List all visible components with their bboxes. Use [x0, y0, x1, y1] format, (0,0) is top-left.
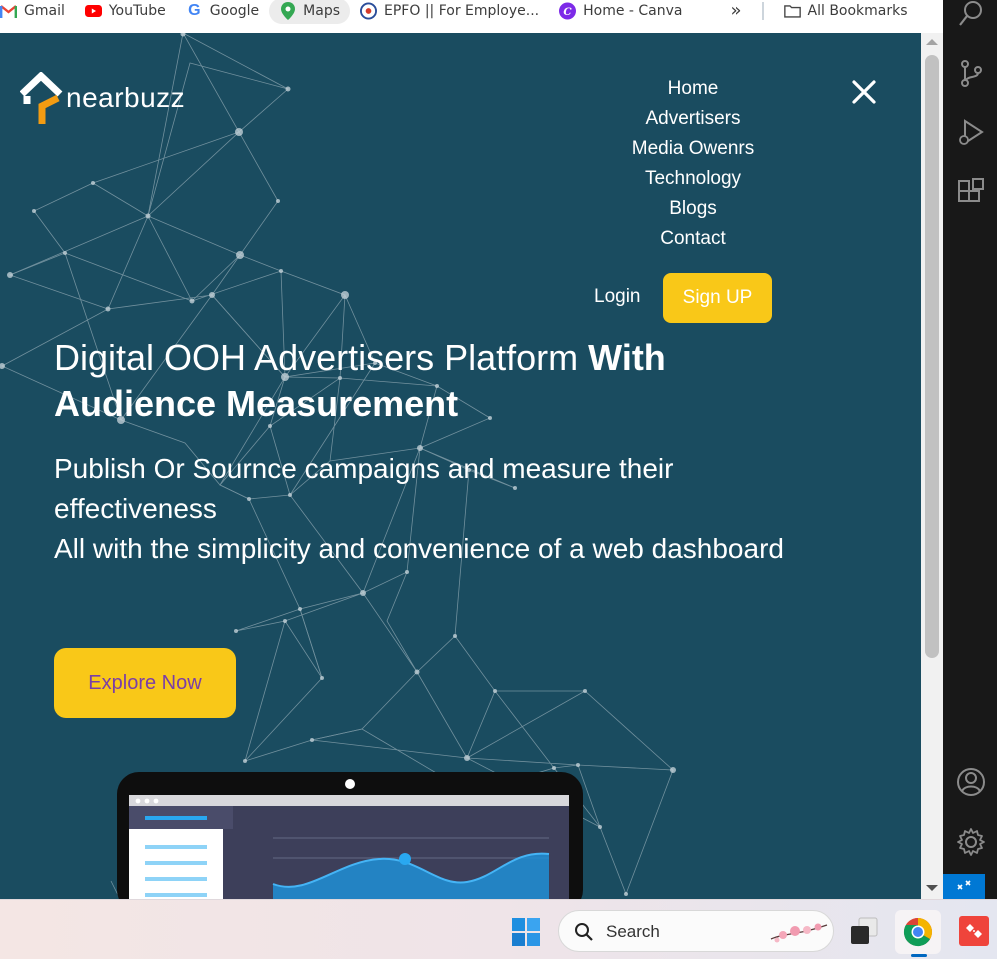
bookmarks-divider: [761, 1, 764, 20]
scroll-up-arrow-icon[interactable]: [926, 39, 938, 45]
screen: Gmail YouTube G Google Maps EPFO || For …: [0, 0, 997, 959]
hero-subtitle-line-1: Publish Or Sournce campaigns and measure…: [54, 453, 674, 524]
bookmark-label: All Bookmarks: [807, 2, 908, 19]
nearbuzz-logo-icon: [20, 72, 63, 124]
bookmark-label: Maps: [303, 2, 341, 19]
hero-subtitle: Publish Or Sournce campaigns and measure…: [54, 449, 874, 569]
maps-icon: [279, 1, 296, 20]
taskbar-search-box[interactable]: Search: [558, 910, 834, 952]
hero-subtitle-line-2: All with the simplicity and convenience …: [54, 533, 784, 564]
close-icon: [852, 80, 876, 104]
scrollbar-thumb[interactable]: [925, 55, 939, 658]
vscode-activity-bar: [943, 0, 997, 899]
hero-title: Digital OOH Advertisers Platform With Au…: [54, 335, 754, 427]
chevron-double-right-icon: »: [730, 0, 742, 21]
signup-button[interactable]: Sign UP: [663, 273, 772, 323]
nav-link-advertisers[interactable]: Advertisers: [593, 104, 793, 134]
search-icon: [575, 923, 593, 941]
canva-icon: C: [559, 2, 577, 19]
login-link[interactable]: Login: [594, 286, 641, 308]
nav-link-contact[interactable]: Contact: [593, 224, 793, 254]
website-viewport: nearbuzz Home Advertisers Media Owenrs T…: [0, 33, 921, 899]
brand-name: nearbuzz: [66, 82, 186, 113]
bookmark-youtube[interactable]: YouTube: [75, 0, 176, 24]
task-view-icon[interactable]: [848, 915, 880, 947]
chrome-taskbar-button[interactable]: [895, 910, 941, 954]
dashboard-laptop-illustration: [117, 772, 583, 899]
youtube-icon: [84, 2, 102, 19]
windows-taskbar: Search: [0, 899, 997, 959]
nav-link-technology[interactable]: Technology: [593, 164, 793, 194]
settings-gear-icon[interactable]: [956, 827, 986, 857]
windows-start-icon[interactable]: [511, 917, 541, 947]
source-control-icon[interactable]: [956, 58, 986, 88]
hero-title-regular: Digital OOH Advertisers Platform: [54, 337, 589, 378]
bookmark-label: EPFO || For Employe...: [384, 2, 540, 19]
run-debug-icon[interactable]: [956, 117, 986, 147]
scroll-down-arrow-icon[interactable]: [926, 885, 938, 891]
nav-link-media-owners[interactable]: Media Owenrs: [593, 134, 793, 164]
taskbar-search-label: Search: [606, 922, 660, 941]
bookmark-label: Google: [209, 2, 260, 19]
explore-now-button[interactable]: Explore Now: [54, 648, 236, 718]
nav-link-home[interactable]: Home: [593, 74, 793, 104]
chrome-active-indicator: [911, 954, 927, 957]
main-nav-menu: Home Advertisers Media Owenrs Technology…: [593, 74, 793, 254]
search-icon[interactable]: [956, 0, 986, 30]
epfo-icon: [360, 2, 378, 19]
chrome-icon: [903, 918, 932, 947]
brand-logo[interactable]: nearbuzz: [20, 72, 185, 124]
folder-icon: [783, 2, 801, 19]
remote-indicator-button[interactable]: [943, 874, 985, 899]
svg-text:C: C: [563, 5, 572, 17]
bookmark-label: Home - Canva: [583, 2, 683, 19]
cherry-blossom-icon: [770, 923, 828, 943]
bookmarks-bar: Gmail YouTube G Google Maps EPFO || For …: [0, 0, 943, 33]
google-icon: G: [188, 1, 201, 19]
all-bookmarks-button[interactable]: All Bookmarks: [774, 0, 918, 24]
account-icon[interactable]: [956, 767, 986, 797]
nav-link-blogs[interactable]: Blogs: [593, 194, 793, 224]
bookmark-label: Gmail: [24, 2, 65, 19]
bookmark-epfo[interactable]: EPFO || For Employe...: [350, 0, 549, 24]
gmail-icon: [0, 2, 17, 19]
page-scrollbar[interactable]: [921, 33, 943, 899]
close-menu-button[interactable]: [849, 77, 879, 107]
extensions-icon[interactable]: [956, 178, 986, 208]
anydesk-taskbar-button[interactable]: [959, 916, 989, 946]
anydesk-icon: [966, 924, 982, 938]
remote-connection-icon: [957, 879, 971, 890]
bookmark-google[interactable]: G Google: [176, 0, 269, 24]
bookmark-maps[interactable]: Maps: [269, 0, 351, 24]
bookmark-canva[interactable]: C Home - Canva: [549, 0, 692, 24]
bookmark-label: YouTube: [108, 2, 166, 19]
bookmarks-overflow-button[interactable]: »: [721, 0, 752, 24]
bookmark-gmail[interactable]: Gmail: [0, 0, 75, 24]
